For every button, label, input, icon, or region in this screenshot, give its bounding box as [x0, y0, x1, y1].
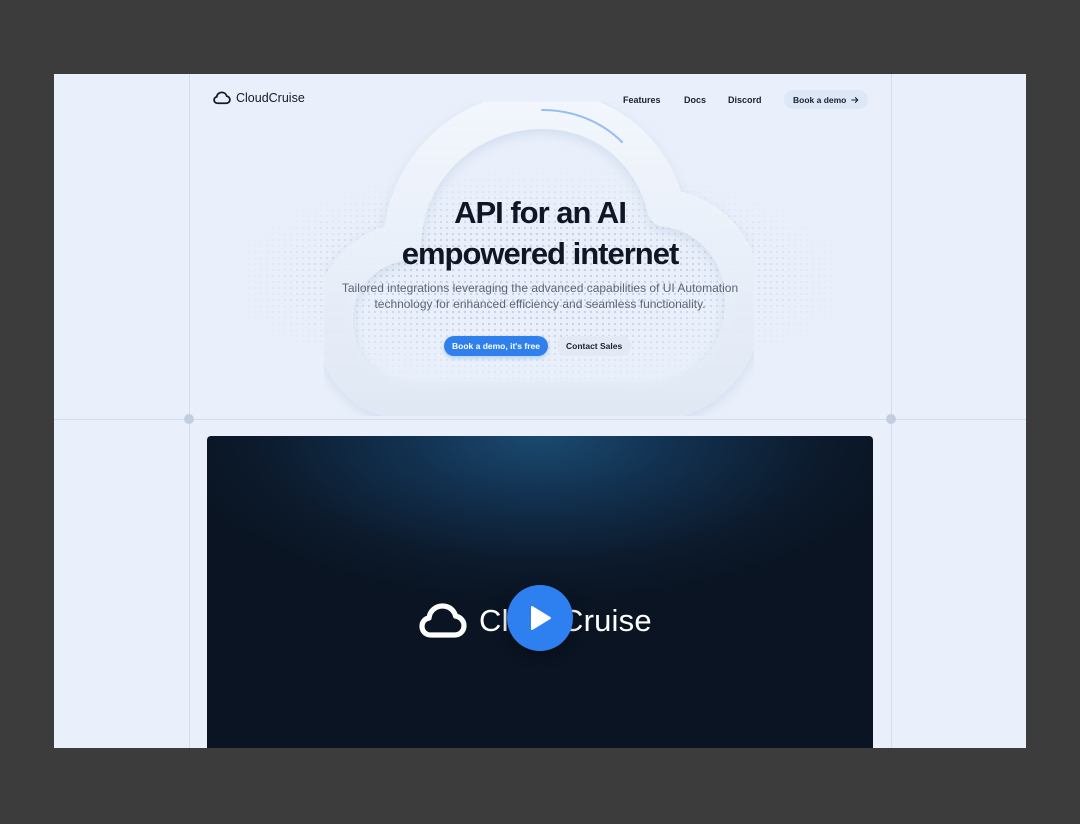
- hero-subtitle-line-1: Tailored integrations leveraging the adv…: [341, 281, 739, 295]
- contact-sales-button[interactable]: Contact Sales: [557, 336, 632, 356]
- play-icon: [531, 606, 551, 630]
- hero-subtitle: Tailored integrations leveraging the adv…: [54, 280, 1026, 312]
- top-navigation: CloudCruise Features Docs Discord Book a…: [54, 74, 1026, 126]
- brand-name: CloudCruise: [236, 91, 305, 105]
- play-button[interactable]: [507, 585, 573, 651]
- video-cloud-icon: [419, 603, 467, 638]
- hero-title-line-2: empowered internet: [401, 236, 680, 271]
- book-demo-nav-button[interactable]: Book a demo: [784, 90, 869, 109]
- nav-link-discord[interactable]: Discord: [728, 95, 762, 105]
- book-demo-nav-label: Book a demo: [793, 94, 847, 105]
- arrow-right-icon: [851, 96, 859, 103]
- hero-title-line-1: API for an AI: [454, 195, 627, 230]
- brand-logo[interactable]: CloudCruise: [213, 91, 305, 105]
- cloud-icon: [213, 91, 231, 105]
- book-demo-free-button[interactable]: Book a demo, it's free: [444, 336, 548, 356]
- hero-subtitle-line-2: technology for enhanced efficiency and s…: [374, 297, 706, 311]
- nav-link-features[interactable]: Features: [623, 95, 661, 105]
- demo-video-player[interactable]: CloudCruise: [207, 436, 873, 748]
- nav-link-docs[interactable]: Docs: [684, 95, 706, 105]
- page-frame: CloudCruise Features Docs Discord Book a…: [54, 74, 1026, 748]
- hero-cta-row: Book a demo, it's free Contact Sales: [444, 336, 632, 356]
- hero-title: API for an AI empowered internet: [54, 192, 1026, 274]
